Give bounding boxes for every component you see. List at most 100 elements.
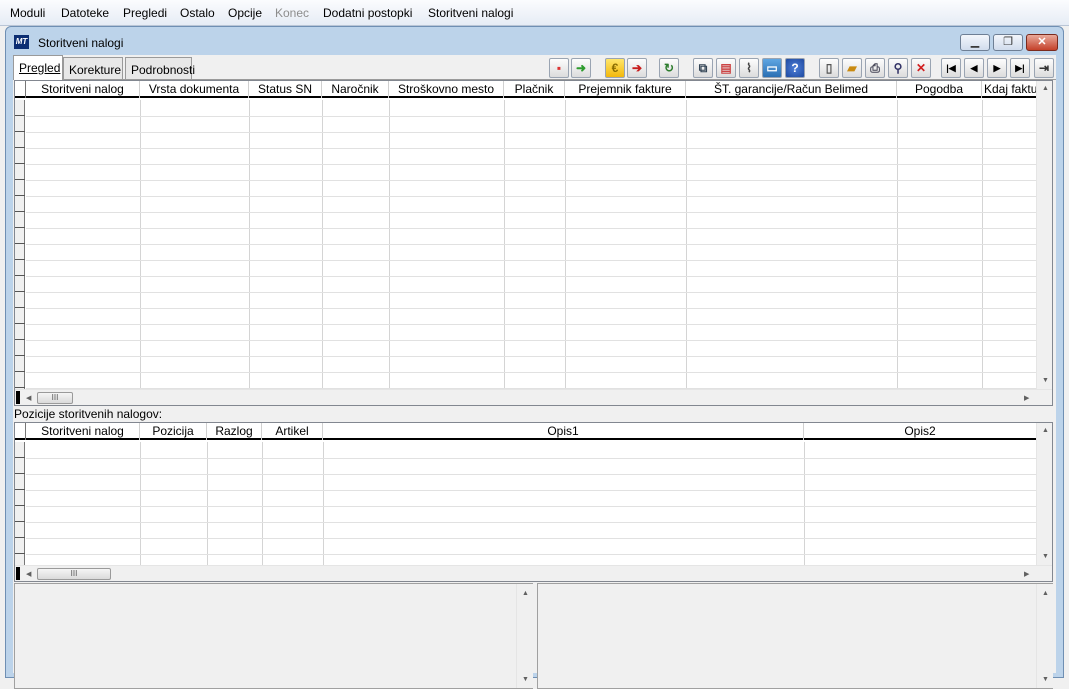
scroll-right-icon[interactable]: ▶ <box>1024 394 1029 402</box>
pos-col-pozicija[interactable]: Pozicija <box>140 423 207 440</box>
search-icon: ⚲ <box>893 61 903 75</box>
col-pogodba[interactable]: Pogodba <box>897 81 982 98</box>
col-st-garancije[interactable]: ŠT. garancije/Račun Belimed <box>686 81 897 98</box>
pos-col-artikel[interactable]: Artikel <box>262 423 323 440</box>
import-button[interactable]: ▪ <box>549 58 569 78</box>
row-selector-tick <box>15 489 25 490</box>
next-record-button[interactable]: ▶ <box>987 58 1007 78</box>
print-button[interactable]: ⎙ <box>865 58 885 78</box>
previous-record-icon: ◀ <box>970 63 978 73</box>
tab-pregled[interactable]: Pregled <box>13 55 63 80</box>
menu-dodatni-postopki[interactable]: Dodatni postopki <box>323 6 412 20</box>
positions-row-selector-column[interactable] <box>15 442 25 565</box>
scroll-left-icon[interactable]: ◀ <box>26 394 31 402</box>
refresh-button[interactable]: ↻ <box>659 58 679 78</box>
menu-pregledi[interactable]: Pregledi <box>123 6 167 20</box>
menu-opcije[interactable]: Opcije <box>228 6 262 20</box>
col-storitveni-nalog[interactable]: Storitveni nalog <box>26 81 140 98</box>
grid-row-divider <box>26 372 1036 373</box>
pozicije-grid[interactable]: Storitveni nalog Pozicija Razlog Artikel… <box>14 422 1053 582</box>
tab-korekture[interactable]: Korekture <box>63 57 123 79</box>
close-button[interactable]: ✕ <box>1026 34 1058 51</box>
form-icon: ▤ <box>720 61 732 75</box>
tab-podrobnosti[interactable]: Podrobnosti <box>125 57 195 79</box>
first-record-button[interactable]: |◀ <box>941 58 961 78</box>
grid-row-divider <box>26 228 1036 229</box>
col-placnik[interactable]: Plačnik <box>504 81 565 98</box>
main-grid-vertical-scrollbar[interactable]: ▲ ▼ <box>1036 81 1052 389</box>
row-selector-tick <box>15 323 25 324</box>
main-grid-horizontal-scrollbar[interactable]: ◀ III ▶ <box>15 389 1052 405</box>
left-detail-pane[interactable]: ▲ ▼ <box>14 583 533 689</box>
col-status-sn[interactable]: Status SN <box>249 81 322 98</box>
delete-button[interactable]: ✕ <box>911 58 931 78</box>
next-record-icon: ▶ <box>993 63 1001 73</box>
row-selector-column[interactable] <box>15 100 25 389</box>
exit-icon: ⇥ <box>1038 61 1050 75</box>
search-button[interactable]: ⚲ <box>888 58 908 78</box>
title-bar[interactable]: MT Storitveni nalogi ▁ ❐ ✕ <box>6 27 1063 55</box>
right-pane-scroll-up-icon[interactable]: ▲ <box>1042 590 1049 597</box>
scroll-down-icon[interactable]: ▼ <box>1042 377 1049 384</box>
forward-button[interactable]: ➜ <box>571 58 591 78</box>
menu-moduli[interactable]: Moduli <box>10 6 45 20</box>
transfer-button[interactable]: ➔ <box>627 58 647 78</box>
new-document-button[interactable]: ▯ <box>819 58 839 78</box>
open-folder-button[interactable]: ▰ <box>842 58 862 78</box>
row-selector-tick <box>15 387 25 388</box>
restore-icon: ❐ <box>1003 36 1013 48</box>
grid-row-divider <box>26 458 1036 459</box>
scroll-up-icon[interactable]: ▲ <box>1042 85 1049 92</box>
app-logo-icon: MT <box>14 35 29 49</box>
minimize-button[interactable]: ▁ <box>960 34 990 51</box>
row-selector-tick <box>15 457 25 458</box>
col-narocnik[interactable]: Naročnik <box>322 81 389 98</box>
col-prejemnik-fakture[interactable]: Prejemnik fakture <box>565 81 686 98</box>
positions-vertical-scrollbar[interactable]: ▲ ▼ <box>1036 423 1052 565</box>
horizontal-scroll-thumb[interactable]: III <box>37 392 73 404</box>
pos-col-storitveni-nalog[interactable]: Storitveni nalog <box>26 423 140 440</box>
positions-scroll-left-icon[interactable]: ◀ <box>26 570 31 578</box>
monitor-icon: ▭ <box>766 61 778 75</box>
right-pane-scrollbar[interactable]: ▲ ▼ <box>1036 584 1053 688</box>
right-detail-pane[interactable]: ▲ ▼ <box>537 583 1053 689</box>
monitor-button[interactable]: ▭ <box>762 58 782 78</box>
copy-button[interactable]: ⧉ <box>693 58 713 78</box>
col-stroskovno-mesto[interactable]: Stroškovno mesto <box>389 81 504 98</box>
first-record-icon: |◀ <box>946 63 956 73</box>
positions-horizontal-scroll-thumb[interactable]: III <box>37 568 111 580</box>
minimize-icon: ▁ <box>970 36 980 48</box>
restore-button[interactable]: ❐ <box>993 34 1023 51</box>
grid-row-divider <box>26 308 1036 309</box>
menu-datoteke[interactable]: Datoteke <box>61 6 109 20</box>
positions-horizontal-scrollbar[interactable]: ◀ III ▶ <box>15 565 1052 581</box>
positions-scroll-up-icon[interactable]: ▲ <box>1042 427 1049 434</box>
last-record-button[interactable]: ▶| <box>1010 58 1030 78</box>
grid-row-divider <box>26 164 1036 165</box>
row-selector-tick <box>15 163 25 164</box>
previous-record-button[interactable]: ◀ <box>964 58 984 78</box>
grid-column-divider <box>804 442 805 565</box>
form-button[interactable]: ▤ <box>716 58 736 78</box>
pos-col-razlog[interactable]: Razlog <box>207 423 262 440</box>
exit-button[interactable]: ⇥ <box>1034 58 1054 78</box>
positions-scroll-down-icon[interactable]: ▼ <box>1042 553 1049 560</box>
pos-col-opis2[interactable]: Opis2 <box>804 423 1037 440</box>
storitveni-nalogi-grid[interactable]: Storitveni nalog Vrsta dokumenta Status … <box>14 80 1053 406</box>
row-selector-tick <box>15 275 25 276</box>
euro-icon: € <box>611 61 619 75</box>
attachment-button[interactable]: ⌇ <box>739 58 759 78</box>
euro-button[interactable]: € <box>605 58 625 78</box>
grid-row-divider <box>26 148 1036 149</box>
col-vrsta-dokumenta[interactable]: Vrsta dokumenta <box>140 81 249 98</box>
left-pane-scrollbar[interactable]: ▲ ▼ <box>516 584 533 688</box>
positions-scroll-right-icon[interactable]: ▶ <box>1024 570 1029 578</box>
col-kdaj-fakturo[interactable]: Kdaj fakturo <box>982 81 1037 98</box>
left-pane-scroll-up-icon[interactable]: ▲ <box>522 590 529 597</box>
menu-konec[interactable]: Konec <box>275 6 309 20</box>
menu-storitveni-nalogi[interactable]: Storitveni nalogi <box>428 6 513 20</box>
help-button[interactable]: ? <box>785 58 805 78</box>
pos-col-opis1[interactable]: Opis1 <box>323 423 804 440</box>
menu-ostalo[interactable]: Ostalo <box>180 6 215 20</box>
row-selector-tick <box>15 355 25 356</box>
